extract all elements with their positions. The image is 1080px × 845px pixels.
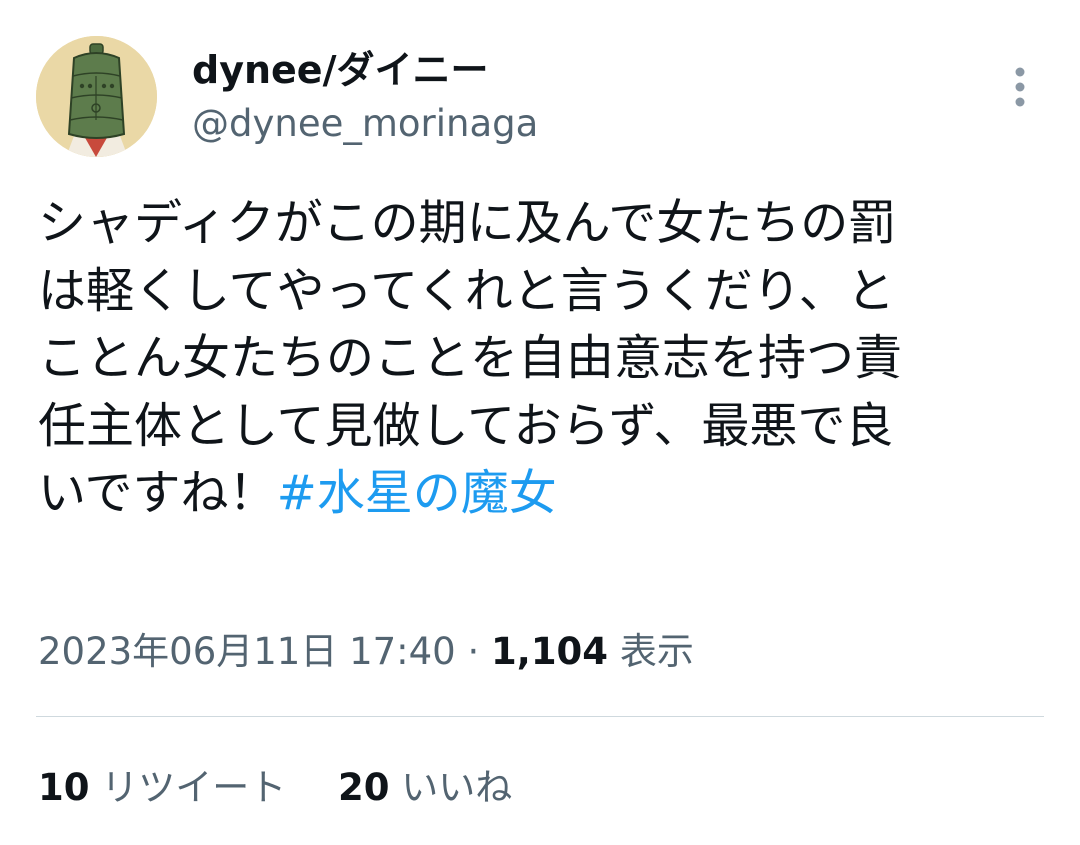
tweet-detail: dynee/ダイニー @dynee_morinaga シャディクがこの期に及んで…	[0, 0, 1080, 845]
more-options-button[interactable]	[1000, 62, 1040, 112]
tweet-text-line: ことん女たちのことを自由意志を持つ責	[38, 330, 903, 386]
tweet-text: シャディクがこの期に及んで女たちの罰 は軽くしてやってくれと言うくだり、と こと…	[38, 190, 1048, 528]
display-name[interactable]: dynee/ダイニー	[192, 44, 488, 96]
timestamp[interactable]: 2023年06月11日 17:40	[38, 630, 456, 673]
bell-avatar-icon	[36, 36, 157, 157]
views-label: 表示	[619, 630, 694, 673]
retweets-count: 10	[38, 766, 90, 809]
user-handle[interactable]: @dynee_morinaga	[192, 98, 538, 150]
divider	[36, 716, 1044, 717]
tweet-text-line-last: いですね！#水星の魔女	[38, 460, 1048, 528]
tweet-text-tail: いですね！	[38, 465, 277, 521]
likes-label: いいね	[401, 766, 513, 809]
engagement-stats: 10 リツイート 20 いいね	[38, 760, 512, 816]
meta-separator: ·	[467, 630, 480, 673]
tweet-meta: 2023年06月11日 17:40 · 1,104 表示	[38, 624, 694, 680]
tweet-text-line: シャディクがこの期に及んで女たちの罰	[38, 195, 897, 251]
likes-count: 20	[338, 766, 390, 809]
likes-stat[interactable]: 20 いいね	[338, 760, 512, 816]
hashtag-link[interactable]: #水星の魔女	[277, 465, 557, 521]
retweets-stat[interactable]: 10 リツイート	[38, 760, 286, 816]
retweets-label: リツイート	[101, 766, 287, 809]
views-count: 1,104	[491, 630, 609, 673]
tweet-text-line: は軽くしてやってくれと言うくだり、と	[38, 262, 895, 319]
tweet-text-line: 任主体として見做しておらず、最悪で良	[38, 397, 894, 454]
avatar[interactable]	[36, 36, 157, 157]
more-vertical-icon	[1015, 67, 1025, 107]
